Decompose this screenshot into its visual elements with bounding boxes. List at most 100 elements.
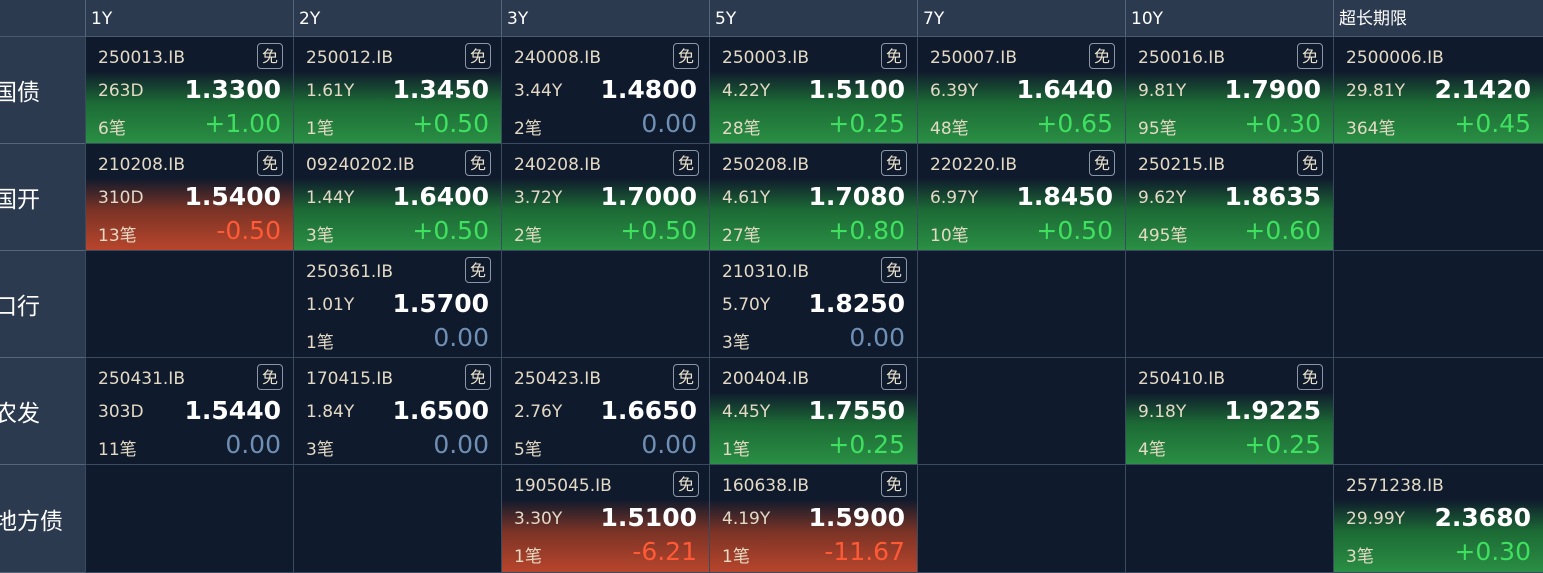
quote-cell[interactable]: 240208.IB 免 3.72Y 1.7000 2笔 +0.50 — [501, 144, 709, 251]
quote-cell[interactable]: 2571238.IB 29.99Y 2.3680 3笔 +0.30 — [1333, 465, 1543, 573]
bond-code[interactable]: 250007.IB — [930, 48, 1017, 68]
bp-change: +0.50 — [1036, 216, 1113, 245]
column-header-10y[interactable]: 10Y — [1125, 0, 1333, 36]
quote-cell[interactable]: 250012.IB 免 1.61Y 1.3450 1笔 +0.50 — [293, 37, 501, 144]
trade-count: 28笔 — [722, 119, 761, 139]
yield-rate: 1.7000 — [600, 182, 697, 211]
bond-code[interactable]: 2500006.IB — [1346, 48, 1444, 68]
quote-cell[interactable]: 1905045.IB 免 3.30Y 1.5100 1笔 -6.21 — [501, 465, 709, 573]
bond-code[interactable]: 250012.IB — [306, 48, 393, 68]
quote-cell[interactable]: 250208.IB 免 4.61Y 1.7080 27笔 +0.80 — [709, 144, 917, 251]
bond-code[interactable]: 250431.IB — [98, 369, 185, 389]
trade-count: 4笔 — [1138, 440, 1166, 460]
trade-count: 5笔 — [514, 440, 542, 460]
quote-cell[interactable]: 210208.IB 免 310D 1.5400 13笔 -0.50 — [85, 144, 293, 251]
column-header-5y[interactable]: 5Y — [709, 0, 917, 36]
trade-count: 95笔 — [1138, 119, 1177, 139]
column-header-2y[interactable]: 2Y — [293, 0, 501, 36]
bond-code[interactable]: 250016.IB — [1138, 48, 1225, 68]
bond-code[interactable]: 160638.IB — [722, 476, 809, 496]
trade-count: 10笔 — [930, 226, 969, 246]
quote-cell[interactable]: 210310.IB 免 5.70Y 1.8250 3笔 0.00 — [709, 251, 917, 358]
tax-exempt-badge: 免 — [673, 43, 699, 69]
bp-change: 0.00 — [641, 109, 697, 138]
quote-cell[interactable]: 250013.IB 免 263D 1.3300 6笔 +1.00 — [85, 37, 293, 144]
yield-rate: 1.7900 — [1224, 75, 1321, 104]
column-header-1y[interactable]: 1Y — [85, 0, 293, 36]
column-header-超长期限[interactable]: 超长期限 — [1333, 0, 1543, 36]
tax-exempt-badge: 免 — [673, 364, 699, 390]
bp-change: +0.50 — [620, 216, 697, 245]
trade-count: 1笔 — [306, 119, 334, 139]
remaining-term: 9.18Y — [1138, 402, 1187, 422]
tax-exempt-badge: 免 — [1297, 43, 1323, 69]
bond-code[interactable]: 250361.IB — [306, 262, 393, 282]
bond-code[interactable]: 1905045.IB — [514, 476, 612, 496]
column-header-3y[interactable]: 3Y — [501, 0, 709, 36]
column-header-7y[interactable]: 7Y — [917, 0, 1125, 36]
quote-cell[interactable]: 250007.IB 免 6.39Y 1.6440 48笔 +0.65 — [917, 37, 1125, 144]
quote-cell[interactable]: 250361.IB 免 1.01Y 1.5700 1笔 0.00 — [293, 251, 501, 358]
bond-code[interactable]: 250215.IB — [1138, 155, 1225, 175]
yield-rate: 1.6400 — [392, 182, 489, 211]
remaining-term: 29.81Y — [1346, 81, 1406, 101]
yield-rate: 1.5900 — [808, 503, 905, 532]
quote-cell[interactable]: 200404.IB 免 4.45Y 1.7550 1笔 +0.25 — [709, 358, 917, 465]
bond-code[interactable]: 2571238.IB — [1346, 476, 1444, 496]
bond-code[interactable]: 170415.IB — [306, 369, 393, 389]
yield-rate: 1.6440 — [1016, 75, 1113, 104]
tax-exempt-badge: 免 — [465, 364, 491, 390]
tax-exempt-badge: 免 — [257, 150, 283, 176]
remaining-term: 1.61Y — [306, 81, 355, 101]
quote-cell[interactable]: 2500006.IB 29.81Y 2.1420 364笔 +0.45 — [1333, 37, 1543, 144]
remaining-term: 4.19Y — [722, 509, 771, 529]
remaining-term: 3.72Y — [514, 188, 563, 208]
remaining-term: 1.44Y — [306, 188, 355, 208]
quote-cell[interactable]: 220220.IB 免 6.97Y 1.8450 10笔 +0.50 — [917, 144, 1125, 251]
bond-code[interactable]: 240008.IB — [514, 48, 601, 68]
bond-code[interactable]: 240208.IB — [514, 155, 601, 175]
tax-exempt-badge: 免 — [465, 257, 491, 283]
bond-code[interactable]: 09240202.IB — [306, 155, 415, 175]
empty-cell — [917, 465, 1125, 573]
bond-code[interactable]: 250003.IB — [722, 48, 809, 68]
yield-rate: 1.8450 — [1016, 182, 1113, 211]
remaining-term: 9.81Y — [1138, 81, 1187, 101]
trade-count: 3笔 — [306, 226, 334, 246]
bp-change: +0.45 — [1454, 109, 1531, 138]
quote-cell[interactable]: 160638.IB 免 4.19Y 1.5900 1笔 -11.67 — [709, 465, 917, 573]
bond-code[interactable]: 210310.IB — [722, 262, 809, 282]
quote-cell[interactable]: 240008.IB 免 3.44Y 1.4800 2笔 0.00 — [501, 37, 709, 144]
remaining-term: 2.76Y — [514, 402, 563, 422]
quote-cell[interactable]: 250423.IB 免 2.76Y 1.6650 5笔 0.00 — [501, 358, 709, 465]
tax-exempt-badge: 免 — [673, 150, 699, 176]
bond-code[interactable]: 220220.IB — [930, 155, 1017, 175]
trade-count: 27笔 — [722, 226, 761, 246]
bond-code[interactable]: 250013.IB — [98, 48, 185, 68]
quote-cell[interactable]: 09240202.IB 免 1.44Y 1.6400 3笔 +0.50 — [293, 144, 501, 251]
empty-cell — [1333, 251, 1543, 358]
tax-exempt-badge: 免 — [257, 364, 283, 390]
bond-code[interactable]: 250423.IB — [514, 369, 601, 389]
tax-exempt-badge: 免 — [881, 257, 907, 283]
quote-cell[interactable]: 170415.IB 免 1.84Y 1.6500 3笔 0.00 — [293, 358, 501, 465]
tax-exempt-badge: 免 — [1297, 364, 1323, 390]
yield-rate: 1.9225 — [1224, 396, 1321, 425]
quote-cell[interactable]: 250410.IB 免 9.18Y 1.9225 4笔 +0.25 — [1125, 358, 1333, 465]
quote-cell[interactable]: 250431.IB 免 303D 1.5440 11笔 0.00 — [85, 358, 293, 465]
quote-cell[interactable]: 250003.IB 免 4.22Y 1.5100 28笔 +0.25 — [709, 37, 917, 144]
empty-cell — [293, 465, 501, 573]
bond-code[interactable]: 250410.IB — [1138, 369, 1225, 389]
trade-count: 3笔 — [1346, 547, 1374, 567]
row-label: 国债 — [0, 37, 85, 144]
bond-code[interactable]: 250208.IB — [722, 155, 809, 175]
yield-rate: 1.7550 — [808, 396, 905, 425]
empty-cell — [917, 251, 1125, 358]
bond-code[interactable]: 200404.IB — [722, 369, 809, 389]
bp-change: 0.00 — [641, 430, 697, 459]
yield-rate: 1.3300 — [184, 75, 281, 104]
quote-cell[interactable]: 250215.IB 免 9.62Y 1.8635 495笔 +0.60 — [1125, 144, 1333, 251]
bond-code[interactable]: 210208.IB — [98, 155, 185, 175]
trade-count: 11笔 — [98, 440, 137, 460]
quote-cell[interactable]: 250016.IB 免 9.81Y 1.7900 95笔 +0.30 — [1125, 37, 1333, 144]
